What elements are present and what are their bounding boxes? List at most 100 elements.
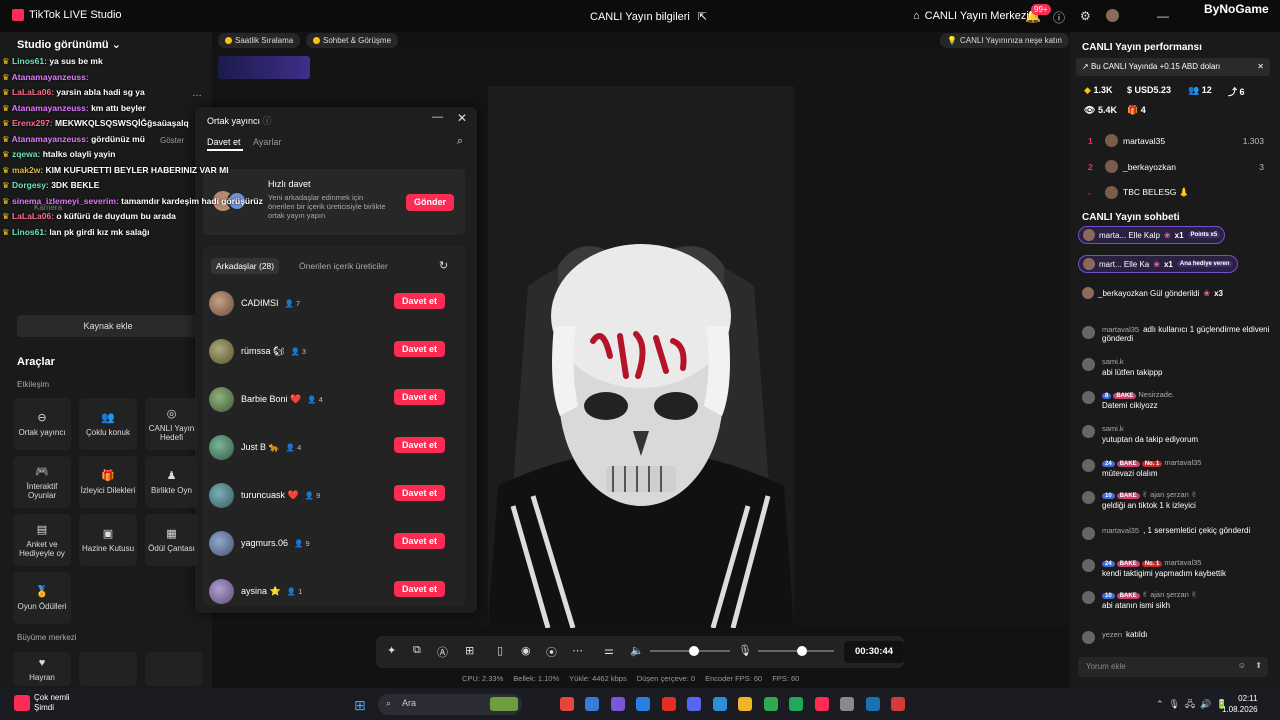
invite-button[interactable]: Davet et <box>394 293 445 309</box>
chat-username[interactable]: martaval35 <box>1164 558 1201 567</box>
rank-row[interactable]: 2 _berkayozkan 3 <box>1088 160 1264 173</box>
taskbar-app-icon[interactable] <box>559 697 574 711</box>
send-button[interactable]: Gönder <box>406 194 454 211</box>
close-icon[interactable]: ✕ <box>1257 62 1264 72</box>
invite-button[interactable]: Davet et <box>394 533 445 549</box>
tool-game-reward[interactable]: 🏅 Oyun Ödülleri <box>13 572 71 624</box>
record-icon[interactable]: ◉ <box>521 644 531 657</box>
taskbar-app-icon[interactable] <box>738 697 752 711</box>
search-icon[interactable]: ⌕ <box>457 135 463 148</box>
taskbar-app-icon[interactable] <box>840 697 854 711</box>
tab-friends[interactable]: Arkadaşlar (28) <box>211 258 280 274</box>
notification-app-icon[interactable] <box>14 695 30 711</box>
chat-username[interactable]: martaval35 <box>1164 458 1201 467</box>
add-scene-icon[interactable]: ⊞ <box>465 644 474 657</box>
chat-meeting-chip[interactable]: Sohbet & Görüşme <box>306 33 399 48</box>
tool-fan[interactable]: ♥ Hayran <box>13 652 71 686</box>
mixer-icon[interactable]: ⚌ <box>604 644 614 657</box>
cheer-chip[interactable]: 💡 CANLI Yayınınıza neşe katın <box>940 33 1069 48</box>
gear-icon[interactable]: ⚙ <box>1080 9 1091 23</box>
invite-button[interactable]: Davet et <box>394 485 445 501</box>
more-icon[interactable]: ⋯ <box>572 644 583 657</box>
chat-username[interactable]: ✌ ajan şerzan ✌ <box>1142 490 1198 499</box>
help-icon[interactable]: ⓘ <box>1053 9 1065 26</box>
chat-username[interactable]: martaval35 <box>1102 325 1139 334</box>
capture-icon[interactable]: ⦿ <box>546 644 557 660</box>
refresh-icon[interactable]: ↻ <box>439 259 448 272</box>
mic-volume-slider[interactable] <box>758 650 834 652</box>
chat-username[interactable]: Nesirzade. <box>1138 390 1174 399</box>
taskbar-clock[interactable]: 02:11 1.08.2026 <box>1222 693 1258 715</box>
phone-icon[interactable]: ▯ <box>497 644 503 657</box>
rank-row[interactable]: 1 martaval35 1.303 <box>1088 134 1264 147</box>
invite-button[interactable]: Davet et <box>394 389 445 405</box>
speaker-volume-knob[interactable] <box>689 646 699 656</box>
taskbar-notification[interactable]: Çok nemli Şimdi <box>34 693 70 713</box>
tool-treasure[interactable]: ▣ Hazine Kutusu <box>79 514 137 566</box>
growth-tool-tile[interactable] <box>145 652 203 686</box>
close-icon[interactable]: ✕ <box>457 111 467 125</box>
taskbar-app-icon[interactable] <box>661 697 676 711</box>
microphone-icon[interactable]: 🎙 <box>738 644 752 657</box>
studio-view-dropdown[interactable]: Studio görünümü ⌄ <box>17 38 121 51</box>
chat-username[interactable]: martaval35 <box>1102 526 1139 535</box>
tool-game[interactable]: 🎮 İnteraktif Oyunlar <box>13 456 71 508</box>
chat-username[interactable]: yezen <box>1102 630 1122 639</box>
person-icon: 👤 <box>304 490 317 500</box>
tool-multi-guest[interactable]: 👥 Çoklu konuk <box>79 398 137 450</box>
taskbar-app-icon[interactable] <box>814 697 829 711</box>
tools-title: Araçlar <box>17 356 55 368</box>
minimize-icon[interactable]: — <box>432 111 443 123</box>
rank-row[interactable]: - TBC BELESG 👃 <box>1088 186 1264 199</box>
live-center-button[interactable]: ⌂ CANLI Yayın Merkezi <box>913 10 1029 22</box>
taskbar-app-icon[interactable] <box>865 697 880 711</box>
avatar[interactable] <box>1106 9 1119 22</box>
person-icon: 👤 <box>307 394 319 404</box>
help-icon[interactable]: ⓘ <box>263 116 272 126</box>
tool-wish[interactable]: 🎁 İzleyici Dilekleri <box>79 456 137 508</box>
event-thumbnail[interactable] <box>218 56 310 79</box>
taskbar-app-icon[interactable] <box>490 697 518 711</box>
invite-button[interactable]: Davet et <box>394 341 445 357</box>
windows-start-icon[interactable]: ⊞ <box>354 697 366 714</box>
taskbar-app-icon[interactable] <box>610 697 625 711</box>
tab-suggested[interactable]: Önerilen içerik üreticiler <box>299 261 388 271</box>
live-info-button[interactable]: CANLI Yayın bilgileri ⇱ <box>590 10 707 24</box>
taskbar-app-icon[interactable] <box>789 697 803 711</box>
taskbar-app-icon[interactable] <box>687 697 701 711</box>
ai-icon[interactable]: Ⓐ <box>437 644 448 660</box>
tool-reward-bag[interactable]: ▦ Ödül Çantası <box>145 514 198 566</box>
mic-volume-knob[interactable] <box>797 646 807 656</box>
taskbar-app-icon[interactable] <box>636 697 650 711</box>
friend-name: yagmurs.06 <box>241 538 289 548</box>
send-icon[interactable]: ⬆ <box>1255 661 1262 670</box>
growth-tool-tile[interactable] <box>79 652 137 686</box>
tray-icons[interactable]: ⌃ 🎙 🖧 🔊 🔋 <box>1156 697 1227 713</box>
taskbar-app-icon[interactable] <box>585 697 599 711</box>
invite-button[interactable]: Davet et <box>394 437 445 453</box>
chat-username[interactable]: ✌ ajan şerzan ✌ <box>1142 590 1198 599</box>
hourly-rank-chip[interactable]: Saatlik Sıralama <box>218 33 301 48</box>
chat-username[interactable]: sami.k <box>1102 424 1124 433</box>
taskbar-app-icon[interactable] <box>891 697 905 711</box>
co-host-icon: ⊖ <box>37 412 47 424</box>
minimize-icon[interactable]: — <box>1157 9 1169 23</box>
chat-username[interactable]: sami.k <box>1102 357 1124 366</box>
user-badge: BAKE <box>1116 493 1140 499</box>
tab-invite[interactable]: Davet et <box>207 137 241 147</box>
magic-wand-icon[interactable]: ✦ <box>387 644 396 657</box>
comment-input[interactable]: Yorum ekle ☺ ⬆ <box>1078 657 1268 677</box>
tool-co-host[interactable]: ⊖ Ortak yayıncı <box>13 398 71 450</box>
tab-settings[interactable]: Ayarlar <box>253 137 281 147</box>
taskbar-app-icon[interactable] <box>763 697 778 711</box>
tool-poll[interactable]: ▤ Anket ve Hediyeyle oy <box>13 514 71 566</box>
invite-button[interactable]: Davet et <box>394 581 445 597</box>
add-source-button[interactable]: Kaynak ekle <box>17 315 199 337</box>
tool-play-together[interactable]: ♟ Birlikte Oyn <box>145 456 198 508</box>
more-icon[interactable]: … <box>192 88 202 99</box>
tool-live-goal[interactable]: ◎ CANLI Yayın Hedefi <box>145 398 198 450</box>
taskbar-app-icon[interactable] <box>712 697 727 711</box>
layout-icon[interactable]: ⧉ <box>413 644 421 657</box>
emoji-icon[interactable]: ☺ <box>1238 661 1246 670</box>
speaker-icon[interactable]: 🔈 <box>630 644 644 657</box>
